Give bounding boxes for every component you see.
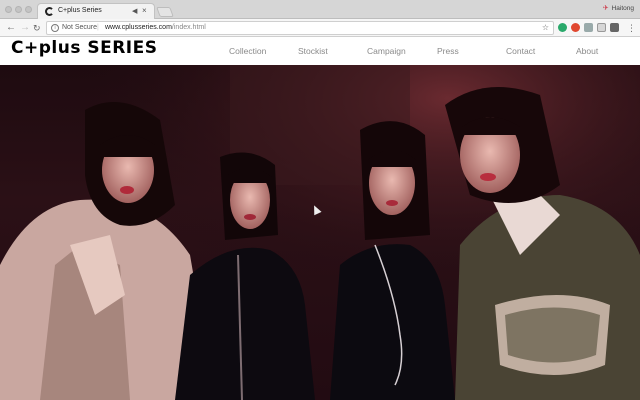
nav-link-about[interactable]: About <box>576 46 598 56</box>
url-text: www.cplusseries.com/index.html <box>105 22 206 34</box>
hero-image <box>0 65 640 400</box>
url-host: www.cplusseries.com <box>105 24 172 31</box>
profile-icon: ✈ <box>602 5 609 12</box>
address-separator: | <box>97 24 99 31</box>
nav-link-collection[interactable]: Collection <box>229 46 266 56</box>
reload-icon[interactable]: ↻ <box>33 21 41 35</box>
bookmark-star-icon[interactable]: ☆ <box>542 22 549 34</box>
tab-title: C+plus Series <box>58 7 102 14</box>
browser-tab-strip: C+plus Series ◀ × ✈ Haitong <box>0 0 640 20</box>
nav-link-contact[interactable]: Contact <box>506 46 535 56</box>
extension-green-icon[interactable] <box>558 23 567 32</box>
site-header: C+plus SERIES Collection Stockist Campai… <box>0 37 640 65</box>
browser-menu-icon[interactable]: ⋮ <box>627 21 636 35</box>
hero-illustration <box>0 65 640 400</box>
browser-tab[interactable]: C+plus Series ◀ × <box>37 3 155 20</box>
back-icon[interactable]: ← <box>6 21 16 35</box>
extension-red-icon[interactable] <box>571 23 580 32</box>
site-favicon-icon <box>45 7 54 16</box>
address-bar[interactable]: i Not Secure | www.cplusseries.com/index… <box>46 21 554 35</box>
site-logo[interactable]: C+plus SERIES <box>11 38 157 58</box>
nav-link-stockist[interactable]: Stockist <box>298 46 328 56</box>
window-maximize-icon[interactable] <box>25 6 32 13</box>
extension-icon[interactable] <box>597 23 606 32</box>
extension-icon[interactable] <box>610 23 619 32</box>
browser-toolbar: ← → ↻ i Not Secure | www.cplusseries.com… <box>0 19 640 37</box>
speaker-icon[interactable]: ◀ <box>132 7 137 15</box>
tab-close-icon[interactable]: × <box>142 6 147 15</box>
extension-icon[interactable] <box>584 23 593 32</box>
profile-button[interactable]: ✈ Haitong <box>603 4 634 12</box>
new-tab-button[interactable] <box>156 7 174 17</box>
url-path: /index.html <box>171 24 206 31</box>
nav-link-press[interactable]: Press <box>437 46 459 56</box>
nav-link-campaign[interactable]: Campaign <box>367 46 406 56</box>
security-label: Not Secure <box>62 24 98 31</box>
info-icon[interactable]: i <box>51 24 59 32</box>
forward-icon[interactable]: → <box>20 21 30 35</box>
profile-name: Haitong <box>611 5 634 12</box>
window-minimize-icon[interactable] <box>15 6 22 13</box>
window-close-icon[interactable] <box>5 6 12 13</box>
